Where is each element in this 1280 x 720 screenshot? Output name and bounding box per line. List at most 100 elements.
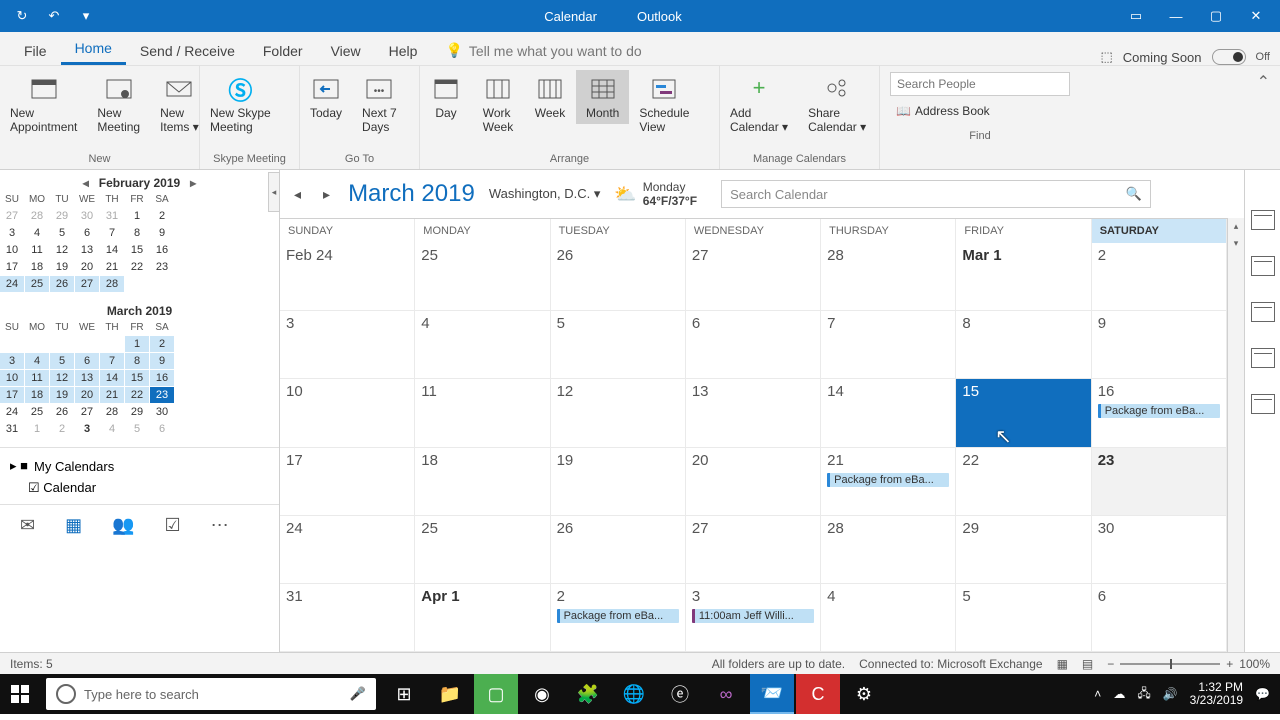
camtasia-icon[interactable]: C [796,674,840,714]
calendar-day[interactable]: 13 [686,379,821,447]
mini-day[interactable]: 26 [50,404,74,420]
calendar-day[interactable]: 27 [686,243,821,311]
qat-customize-icon[interactable]: ▾ [76,6,96,26]
workweek-peek-icon[interactable] [1251,256,1275,276]
mini-day[interactable]: 2 [50,421,74,437]
mini-day[interactable]: 21 [100,387,124,403]
calendar-day[interactable]: 12 [551,379,686,447]
menu-tab-help[interactable]: Help [375,37,432,65]
mini-day[interactable]: 17 [0,387,24,403]
skype-meeting-button[interactable]: ⓈNew Skype Meeting [200,70,281,138]
calendar-day[interactable]: 11 [415,379,550,447]
search-calendar-input[interactable]: Search Calendar 🔍 [721,180,1151,208]
mini-day[interactable]: 1 [125,208,149,224]
my-calendars-header[interactable]: ▸ ■ My Calendars [10,454,269,478]
week-view-button[interactable]: Week [524,70,576,124]
calendar-day[interactable]: 31 [280,584,415,652]
outlook-taskbar-icon[interactable]: 📨 [750,674,794,714]
mini-day[interactable]: 5 [50,353,74,369]
calendar-day[interactable]: 6 [1092,584,1227,652]
mini-day[interactable]: 31 [100,208,124,224]
tasks-nav-icon[interactable]: ☑ [165,515,181,536]
mini-day[interactable]: 26 [50,276,74,292]
mini-day[interactable]: 20 [75,259,99,275]
mini-day[interactable]: 11 [25,242,49,258]
mini-day[interactable]: 29 [50,208,74,224]
app2-icon[interactable]: 🧩 [566,674,610,714]
schedule-peek-icon[interactable] [1251,394,1275,414]
mini-day[interactable]: 13 [75,242,99,258]
mini-day[interactable]: 2 [150,208,174,224]
mini-day[interactable] [125,276,149,292]
calendar-event[interactable]: 11:00am Jeff Willi... [692,609,814,623]
network-icon[interactable]: 🖧 [1137,684,1150,705]
calendar-day[interactable]: 29 [956,516,1091,584]
people-nav-icon[interactable]: 👥 [112,515,134,536]
calendar-day[interactable]: 28 [821,243,956,311]
mini-day[interactable]: 5 [50,225,74,241]
calendar-day[interactable]: 15 [956,379,1091,447]
more-nav-icon[interactable]: ⋯ [211,515,229,536]
month-peek-icon[interactable] [1251,348,1275,368]
mini-day[interactable]: 28 [100,276,124,292]
mini-day[interactable]: 11 [25,370,49,386]
collapse-pane-button[interactable]: ◂ [268,172,280,212]
mini-day[interactable]: 6 [75,353,99,369]
mini-day[interactable] [100,336,124,352]
calendar-day[interactable]: 26 [551,243,686,311]
calendar-day[interactable]: 17 [280,448,415,516]
mini-day[interactable]: 14 [100,370,124,386]
mini-day[interactable]: 4 [25,353,49,369]
task-view-icon[interactable]: ⊞ [382,674,426,714]
mini-day[interactable]: 27 [75,276,99,292]
next-7-days-button[interactable]: •••Next 7 Days [352,70,407,138]
volume-icon[interactable]: 🔊 [1163,687,1178,701]
calendar-nav-icon[interactable]: ▦ [65,515,82,536]
calendar-day[interactable]: 7 [821,311,956,379]
tray-up-icon[interactable]: ˄ [1094,687,1101,701]
calendar-day[interactable]: 4 [415,311,550,379]
mini-day[interactable]: 23 [150,387,174,403]
undo-icon[interactable]: ↶ [44,6,64,26]
close-button[interactable]: ✕ [1238,0,1274,32]
calendar-day[interactable]: 25 [415,243,550,311]
zoom-in-button[interactable]: + [1226,657,1233,671]
app-icon[interactable]: ▢ [474,674,518,714]
zoom-out-button[interactable]: − [1107,657,1114,671]
prev-month-button[interactable]: ◂ [290,186,305,203]
mini-day[interactable]: 14 [100,242,124,258]
calendar-day[interactable]: 21Package from eBa... [821,448,956,516]
weather-widget[interactable]: ⛅ Monday64°F/37°F [614,180,697,208]
month-view-button[interactable]: Month [576,70,629,124]
calendar-day[interactable]: 4 [821,584,956,652]
calendar-day[interactable]: 19 [551,448,686,516]
mini-day[interactable]: 16 [150,242,174,258]
calendar-day[interactable]: 25 [415,516,550,584]
mini-day[interactable]: 22 [125,259,149,275]
start-button[interactable] [0,674,40,714]
mini-day[interactable]: 13 [75,370,99,386]
calendar-day[interactable]: 6 [686,311,821,379]
today-button[interactable]: Today [300,70,352,124]
mini-day[interactable]: 25 [25,276,49,292]
calendar-day[interactable]: 5 [551,311,686,379]
calendar-event[interactable]: Package from eBa... [827,473,949,487]
mini-day[interactable]: 12 [50,370,74,386]
calendar-day[interactable]: 18 [415,448,550,516]
menu-tab-view[interactable]: View [317,37,375,65]
mini-day[interactable]: 15 [125,370,149,386]
mini-day[interactable]: 7 [100,353,124,369]
calendar-checkbox-item[interactable]: ☑ Calendar [10,478,269,498]
address-book-button[interactable]: 📖Address Book [890,100,1070,122]
calendar-day[interactable]: 9 [1092,311,1227,379]
mini-day[interactable]: 24 [0,404,24,420]
mini-day[interactable]: 30 [150,404,174,420]
normal-view-icon[interactable]: ▦ [1057,657,1068,671]
coming-soon-toggle[interactable] [1212,49,1246,65]
mini-day[interactable]: 3 [75,421,99,437]
mini-day[interactable] [75,336,99,352]
mini-day[interactable]: 12 [50,242,74,258]
search-people-input[interactable] [890,72,1070,96]
calendar-day[interactable]: 10 [280,379,415,447]
mini-day[interactable]: 31 [0,421,24,437]
